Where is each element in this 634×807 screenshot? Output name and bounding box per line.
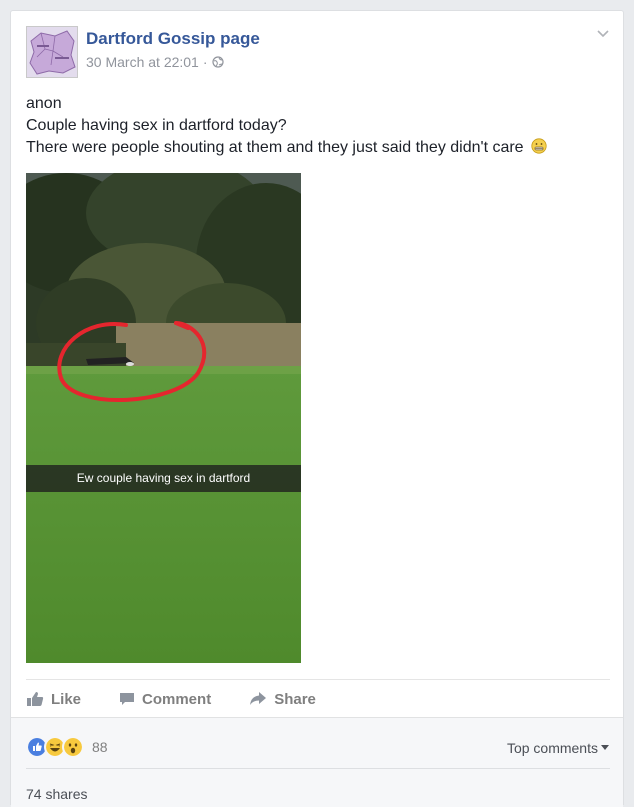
post-line: anon [26,95,62,112]
map-thumbnail-icon [27,27,77,77]
comment-button[interactable]: Comment [119,691,211,708]
wow-reaction-icon [62,736,84,758]
post-text: anon Couple having sex in dartford today… [26,93,547,159]
reaction-count: 88 [92,739,108,755]
action-bar: Like Comment Share [26,679,610,718]
comment-icon [120,693,135,705]
footer-divider [26,768,610,769]
post-footer: 88 Top comments 74 shares [11,717,623,807]
share-label: Share [274,690,316,708]
globe-icon [211,56,224,68]
comment-label: Comment [142,690,212,708]
meta-separator: · [202,54,208,70]
post-meta: 30 March at 22:01 · [86,54,224,70]
photo-caption: Ew couple having sex in dartford [26,465,301,492]
caret-down-icon [601,745,609,750]
post-line-with-emoji: There were people shouting at them and t… [26,137,547,159]
thumbs-up-icon [27,692,44,706]
top-comments-dropdown[interactable]: Top comments [507,740,609,756]
post-line: There were people shouting at them and t… [26,139,524,156]
share-arrow-icon [250,692,267,705]
grimacing-face-emoji [531,138,547,154]
post-photo[interactable]: Ew couple having sex in dartford [26,173,301,663]
post-card: Dartford Gossip page 30 March at 22:01 ·… [10,10,624,807]
reaction-summary[interactable]: 88 [26,736,108,758]
like-button[interactable]: Like [26,691,81,708]
page-name-link[interactable]: Dartford Gossip page [86,29,260,49]
top-comments-label: Top comments [506,740,598,756]
post-line: Couple having sex in dartford today? [26,117,287,134]
post-timestamp[interactable]: 30 March at 22:01 [86,54,199,70]
chevron-down-icon[interactable] [595,25,611,41]
photo-scene [26,173,301,663]
page-avatar[interactable] [26,26,78,78]
like-label: Like [51,690,82,708]
share-button[interactable]: Share [249,691,316,708]
shares-count-link[interactable]: 74 shares [26,786,87,802]
